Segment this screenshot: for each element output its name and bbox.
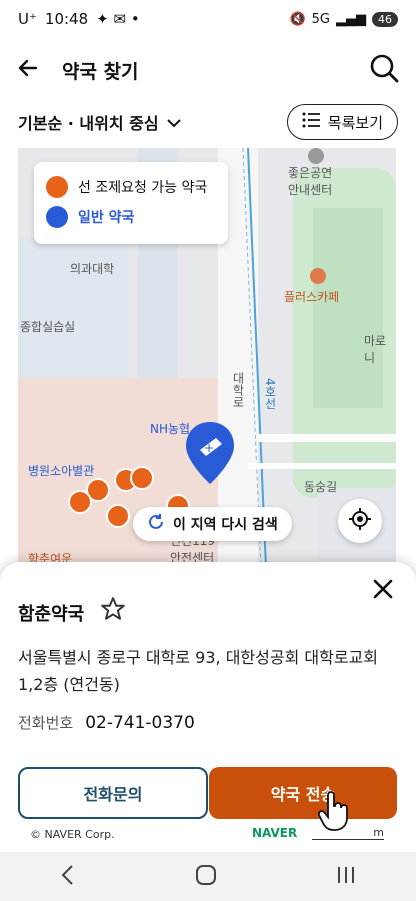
naver-logo: NAVER — [252, 826, 298, 840]
pharmacy-detail-sheet: 함춘약국 서울특별시 종로구 대학로 93, 대한성공회 대학로교회 1,2층 … — [0, 562, 416, 852]
phone-row: 전화번호 02-741-0370 — [18, 712, 195, 733]
building-marker-icon — [308, 148, 324, 164]
recents-nav-icon[interactable] — [336, 865, 356, 889]
map-label-road: 동숭길 — [304, 480, 338, 494]
mute-icon: 🔇 — [289, 11, 306, 27]
list-icon — [302, 112, 320, 132]
back-nav-icon[interactable] — [60, 864, 76, 890]
home-nav-icon[interactable] — [195, 864, 217, 890]
network-label: 5G — [311, 11, 330, 27]
map-label-childrens: 병원소아별관 — [28, 464, 95, 478]
map-label-daehak: 대학로 — [231, 372, 245, 408]
legend-priority-label: 선 조제요청 가능 약국 — [78, 180, 208, 196]
pharmacy-marker[interactable] — [68, 490, 92, 514]
svg-text:+: + — [204, 441, 214, 455]
clock: 10:48 — [44, 10, 89, 28]
my-location-button[interactable] — [338, 499, 382, 543]
system-nav-bar — [0, 852, 416, 901]
research-area-button[interactable]: 이 지역 다시 검색 — [133, 507, 292, 541]
pharmacy-marker[interactable] — [106, 504, 130, 528]
pharmacy-name: 함춘약국 — [18, 604, 85, 625]
signal-icon: ▂▄▆ — [336, 11, 366, 27]
map-label-cafe: 플러스카페 — [284, 290, 340, 304]
phone-number[interactable]: 02-741-0370 — [85, 713, 195, 733]
map-label-line: 4호선 — [263, 378, 277, 410]
back-arrow-icon[interactable] — [16, 56, 40, 84]
pharmacy-marker[interactable] — [130, 466, 154, 490]
battery-indicator: 46 — [372, 11, 398, 27]
page-title: 약국 찾기 — [62, 60, 139, 83]
research-label: 이 지역 다시 검색 — [173, 517, 278, 533]
app-bar: 약국 찾기 — [0, 40, 416, 100]
map-label-training: 종합실습실 — [20, 320, 76, 334]
selected-pharmacy-pin[interactable]: + — [186, 422, 234, 488]
hand-cursor-icon — [317, 790, 352, 836]
legend-general-label: 일반 약국 — [78, 210, 135, 226]
priority-pharmacy-icon — [46, 176, 68, 198]
notification-icons: ✦ ✉ • — [96, 10, 140, 28]
call-button[interactable]: 전화문의 — [18, 767, 208, 819]
refresh-icon — [147, 513, 165, 535]
legend-priority: 선 조제요청 가능 약국 — [46, 172, 216, 202]
crosshair-icon — [348, 507, 372, 535]
copyright-text: © NAVER Corp. — [30, 828, 115, 841]
cafe-marker-icon — [310, 268, 326, 284]
phone-label: 전화번호 — [18, 714, 74, 732]
map-label-concert: 좋은공연 안내센터 — [288, 166, 333, 197]
sort-label: 기본순 · 내위치 중심 — [18, 114, 159, 133]
pharmacy-address: 서울특별시 종로구 대학로 93, 대한성공회 대학로교회 1,2층 (연건동) — [18, 648, 378, 694]
carrier-label: U⁺ — [18, 10, 37, 28]
search-icon[interactable] — [368, 52, 400, 88]
sort-row: 기본순 · 내위치 중심 목록보기 — [0, 102, 416, 142]
map-legend: 선 조제요청 가능 약국 일반 약국 — [34, 162, 228, 244]
list-view-label: 목록보기 — [327, 113, 383, 132]
sort-dropdown[interactable]: 기본순 · 내위치 중심 — [18, 110, 181, 134]
status-bar: U⁺ 10:48 ✦ ✉ • 🔇 5G ▂▄▆ 46 — [0, 0, 416, 38]
map-label-medical: 의과대학 — [70, 262, 115, 276]
star-icon[interactable] — [100, 596, 126, 626]
map-label-nh: NH농협 — [150, 422, 191, 436]
map-label-maro: 마로니 — [364, 334, 387, 365]
chevron-down-icon — [166, 113, 181, 132]
general-pharmacy-icon — [46, 206, 68, 228]
send-pharmacy-button[interactable]: 약국 전송 — [209, 767, 397, 819]
legend-general: 일반 약국 — [46, 202, 216, 232]
list-view-button[interactable]: 목록보기 — [286, 104, 398, 140]
close-icon[interactable] — [372, 578, 394, 604]
